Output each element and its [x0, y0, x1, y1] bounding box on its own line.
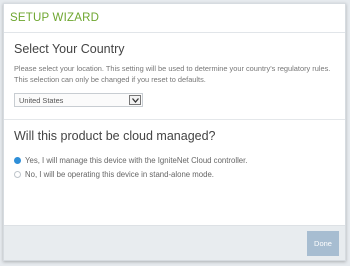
section-divider: [4, 119, 345, 120]
dialog-footer: Done: [4, 225, 345, 260]
country-select-value: United States: [19, 95, 64, 105]
dialog-title: SETUP WIZARD: [10, 12, 100, 24]
country-section-title: Select Your Country: [14, 42, 125, 56]
done-button[interactable]: Done: [307, 231, 339, 256]
cloud-option-no[interactable]: No, I will be operating this device in s…: [14, 167, 335, 181]
cloud-option-yes-label[interactable]: Yes, I will manage this device with the …: [25, 156, 247, 165]
radio-yes[interactable]: [14, 156, 21, 164]
cloud-question: Will this product be cloud managed?: [14, 129, 216, 143]
radio-no[interactable]: [14, 170, 21, 178]
cloud-options: Yes, I will manage this device with the …: [14, 153, 335, 181]
cloud-option-no-label[interactable]: No, I will be operating this device in s…: [25, 170, 214, 179]
cloud-option-yes[interactable]: Yes, I will manage this device with the …: [14, 153, 335, 167]
chevron-down-icon[interactable]: [129, 95, 141, 105]
country-select-row: United States: [14, 93, 335, 107]
country-section-description: Please select your location. This settin…: [14, 64, 331, 84]
country-select[interactable]: United States: [14, 93, 143, 107]
dialog-body: Select Your Country Please select your l…: [4, 42, 345, 181]
dialog-header: SETUP WIZARD: [4, 4, 345, 33]
setup-wizard-dialog: SETUP WIZARD Select Your Country Please …: [3, 3, 346, 261]
